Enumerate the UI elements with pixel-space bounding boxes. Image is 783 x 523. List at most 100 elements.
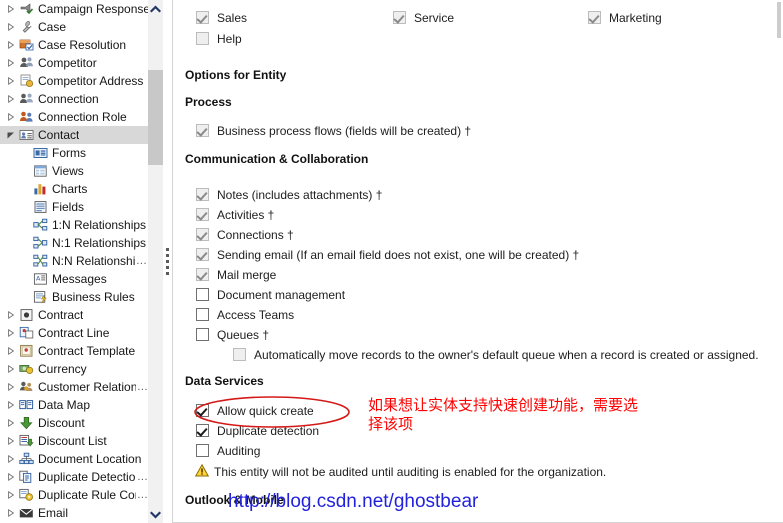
checkbox-auditing[interactable] (196, 444, 209, 457)
checkbox-row-connections[interactable]: Connections † (196, 228, 294, 242)
checkbox-row-sales[interactable]: Sales (196, 11, 247, 25)
sidebar-item-case[interactable]: Case (0, 18, 148, 36)
sidebar-item-connection-role[interactable]: Connection Role (0, 108, 148, 126)
sidebar-item-data-map[interactable]: Data Map (0, 396, 148, 414)
sidebar-item-discount-list[interactable]: Discount List (0, 432, 148, 450)
expander-expanded-icon[interactable] (4, 126, 18, 144)
sidebar-item-n-n-relationshi[interactable]: N:N Relationshi... (0, 252, 148, 270)
checkbox-row-auto-move-records[interactable]: Automatically move records to the owner'… (233, 348, 759, 362)
customer-relations-icon (18, 379, 35, 395)
checkbox-row-service[interactable]: Service (393, 11, 454, 25)
checkbox-sending-email[interactable] (196, 248, 209, 261)
sidebar-item-discount[interactable]: Discount (0, 414, 148, 432)
sidebar-item-label: Forms (52, 146, 86, 160)
checkbox-access-teams[interactable] (196, 308, 209, 321)
sidebar-item-duplicate-detection[interactable]: Duplicate Detection... (0, 468, 148, 486)
main-scrollbar-thumb[interactable] (777, 2, 781, 38)
sidebar-item-contract[interactable]: Contract (0, 306, 148, 324)
scroll-up-arrow-icon[interactable] (148, 0, 163, 17)
sidebar-item-charts[interactable]: Charts (0, 180, 148, 198)
expander-collapsed-icon[interactable] (4, 504, 18, 522)
checkbox-auto-move-records[interactable] (233, 348, 246, 361)
splitter-grip-icon[interactable] (166, 248, 169, 278)
checkbox-row-sending-email[interactable]: Sending email (If an email field does no… (196, 248, 579, 262)
sidebar-item-duplicate-rule-con[interactable]: Duplicate Rule Con... (0, 486, 148, 504)
sidebar-item-case-resolution[interactable]: Case Resolution (0, 36, 148, 54)
checkbox-row-marketing[interactable]: Marketing (588, 11, 662, 25)
checkbox-row-allow-quick-create[interactable]: Allow quick create (196, 404, 314, 418)
checkbox-sales[interactable] (196, 11, 209, 24)
expander-collapsed-icon[interactable] (4, 468, 18, 486)
checkbox-notes[interactable] (196, 188, 209, 201)
checkbox-row-business-process-flows[interactable]: Business process flows (fields will be c… (196, 124, 471, 138)
sidebar-item-messages[interactable]: A Messages (0, 270, 148, 288)
checkbox-row-document-management[interactable]: Document management (196, 288, 345, 302)
checkbox-row-auditing[interactable]: Auditing (196, 444, 260, 458)
sidebar-item-views[interactable]: Views (0, 162, 148, 180)
sidebar-item-label: Discount List (38, 434, 107, 448)
expander-collapsed-icon[interactable] (4, 396, 18, 414)
expander-collapsed-icon[interactable] (4, 324, 18, 342)
sidebar-item-connection[interactable]: Connection (0, 90, 148, 108)
expander-collapsed-icon[interactable] (4, 54, 18, 72)
checkbox-mail-merge[interactable] (196, 268, 209, 281)
checkbox-row-mail-merge[interactable]: Mail merge (196, 268, 276, 282)
sidebar-item-forms[interactable]: Forms (0, 144, 148, 162)
expander-collapsed-icon[interactable] (4, 342, 18, 360)
sidebar-item-competitor-address[interactable]: Competitor Address (0, 72, 148, 90)
expander-collapsed-icon[interactable] (4, 36, 18, 54)
scroll-down-arrow-icon[interactable] (148, 506, 163, 523)
checkbox-allow-quick-create[interactable] (196, 404, 209, 417)
checkbox-row-activities[interactable]: Activities † (196, 208, 274, 222)
sidebar-item-label: Case (38, 20, 67, 34)
checkbox-row-access-teams[interactable]: Access Teams (196, 308, 294, 322)
expander-collapsed-icon[interactable] (4, 108, 18, 126)
checkbox-help[interactable] (196, 32, 209, 45)
checkbox-duplicate-detection[interactable] (196, 424, 209, 437)
sidebar-item-currency[interactable]: Currency (0, 360, 148, 378)
sidebar-item-fields[interactable]: Fields (0, 198, 148, 216)
checkbox-label-sales: Sales (217, 11, 248, 25)
entity-tree-sidebar[interactable]: Campaign Response Case Case Resolution Comp… (0, 0, 148, 523)
checkbox-row-help[interactable]: Help (196, 32, 242, 46)
sidebar-item-campaign-response[interactable]: Campaign Response (0, 0, 148, 18)
checkbox-marketing[interactable] (588, 11, 601, 24)
sidebar-item-contact[interactable]: Contact (0, 126, 148, 144)
sidebar-item-1-n-relationships[interactable]: 1:N Relationships (0, 216, 148, 234)
expander-collapsed-icon[interactable] (4, 72, 18, 90)
expander-collapsed-icon[interactable] (4, 450, 18, 468)
checkbox-document-management[interactable] (196, 288, 209, 301)
expander-collapsed-icon[interactable] (4, 18, 18, 36)
checkbox-business-process-flows[interactable] (196, 124, 209, 137)
email-icon (18, 505, 35, 521)
expander-collapsed-icon[interactable] (4, 486, 18, 504)
sidebar-item-contract-template[interactable]: Contract Template (0, 342, 148, 360)
sidebar-item-label: Contract Template (38, 344, 136, 358)
expander-collapsed-icon[interactable] (4, 90, 18, 108)
connection-role-icon (18, 109, 35, 125)
sidebar-item-competitor[interactable]: Competitor (0, 54, 148, 72)
checkbox-row-duplicate-detection[interactable]: Duplicate detection (196, 424, 319, 438)
checkbox-queues[interactable] (196, 328, 209, 341)
sidebar-scrollbar-thumb[interactable] (148, 70, 163, 165)
pane-splitter[interactable] (163, 0, 172, 523)
checkbox-row-queues[interactable]: Queues † (196, 328, 269, 342)
checkbox-connections[interactable] (196, 228, 209, 241)
sidebar-scrollbar[interactable] (148, 0, 163, 523)
expander-collapsed-icon[interactable] (4, 414, 18, 432)
sidebar-item-business-rules[interactable]: Business Rules (0, 288, 148, 306)
expander-collapsed-icon[interactable] (4, 432, 18, 450)
sidebar-item-document-location[interactable]: Document Location (0, 450, 148, 468)
expander-collapsed-icon[interactable] (4, 360, 18, 378)
sidebar-item-customer-relations[interactable]: Customer Relations... (0, 378, 148, 396)
main-scrollbar[interactable] (775, 0, 783, 40)
sidebar-item-email[interactable]: Email (0, 504, 148, 522)
checkbox-row-notes[interactable]: Notes (includes attachments) † (196, 188, 382, 202)
expander-collapsed-icon[interactable] (4, 378, 18, 396)
sidebar-item-contract-line[interactable]: Contract Line (0, 324, 148, 342)
sidebar-item-n-1-relationships[interactable]: N:1 Relationships (0, 234, 148, 252)
checkbox-service[interactable] (393, 11, 406, 24)
expander-collapsed-icon[interactable] (4, 0, 18, 18)
checkbox-activities[interactable] (196, 208, 209, 221)
expander-collapsed-icon[interactable] (4, 306, 18, 324)
